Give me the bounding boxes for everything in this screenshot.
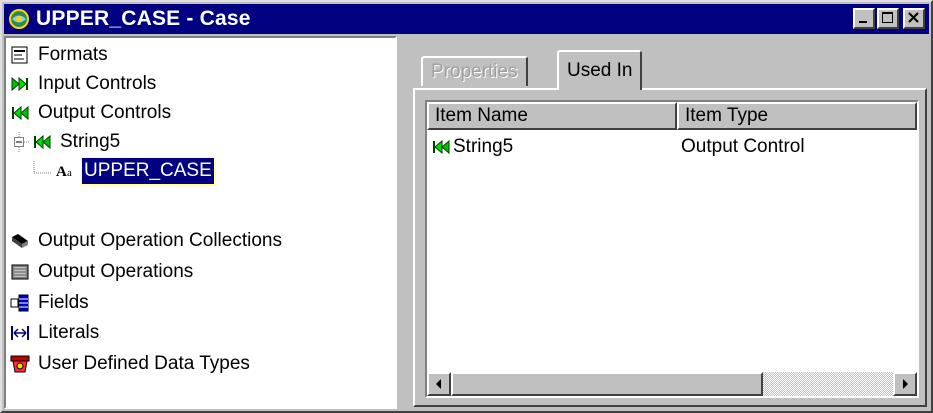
user-types-icon [10,355,30,373]
item-name: String5 [453,136,514,157]
tab-properties[interactable]: Properties [421,56,528,86]
tree-item-label: Output Operation Collections [38,230,282,251]
tree-item-output-operations[interactable]: Output Operations [10,257,195,287]
collapse-icon[interactable] [10,132,30,152]
used-in-list[interactable]: Item Name Item Type String5 Output Contr… [425,100,919,398]
maximize-icon [882,12,893,23]
window-title: UPPER_CASE - Case [36,7,251,30]
scroll-left-button[interactable] [427,372,451,396]
close-button[interactable] [903,8,925,29]
cell-item-type: Output Control [681,136,805,158]
case-window: UPPER_CASE - Case Formats Input Controls… [0,0,933,413]
arrow-right-icon [903,379,908,389]
horizontal-scrollbar[interactable] [427,372,917,396]
window-controls [853,8,925,29]
column-header-item-name[interactable]: Item Name [427,102,677,130]
application-icon [9,9,29,29]
tree-item-label: Literals [38,322,100,343]
tree-item-label: Input Controls [38,73,157,94]
maximize-button[interactable] [877,8,899,29]
column-header-item-type[interactable]: Item Type [677,102,917,130]
minimize-button[interactable] [853,8,875,29]
output-control-icon [34,134,51,150]
close-icon [908,12,919,23]
pane-splitter[interactable] [399,36,409,409]
arrow-left-icon [436,379,441,389]
title-bar[interactable]: UPPER_CASE - Case [4,4,929,34]
tree-item-label: Output Operations [38,261,194,282]
svg-text:A: A [56,164,67,180]
operations-icon [11,264,29,280]
output-control-icon [433,139,450,155]
tree-item-string5[interactable]: String5 [10,127,122,157]
tree-item-label: String5 [60,131,121,152]
item-type: Output Control [681,136,805,157]
object-tree[interactable]: Formats Input Controls Output Controls S… [4,36,397,409]
tree-item-input-controls[interactable]: Input Controls [10,69,158,99]
column-label: Item Type [685,105,769,126]
used-in-panel: Item Name Item Type String5 Output Contr… [413,88,927,407]
tree-item-output-operation-collections[interactable]: Output Operation Collections [10,226,284,256]
tree-item-label: Output Controls [38,102,172,123]
column-label: Item Name [435,105,528,126]
input-controls-icon [11,76,28,92]
tree-item-literals[interactable]: Literals [10,318,101,348]
cell-item-name: String5 [431,136,513,158]
literals-icon [11,326,29,340]
tab-label: Used In [567,60,633,81]
tree-item-output-controls[interactable]: Output Controls [10,98,173,128]
tree-item-label: Formats [38,44,108,65]
tree-item-upper-case[interactable]: A a UPPER_CASE [32,156,215,186]
tree-item-user-defined-data-types[interactable]: User Defined Data Types [10,349,252,379]
minimize-icon [859,21,867,23]
svg-text:a: a [67,167,72,179]
case-icon: A a [56,164,72,180]
fields-icon [10,294,29,312]
tree-item-formats[interactable]: Formats [10,40,110,70]
tree-item-label: Fields [38,292,89,313]
formats-icon [11,46,28,64]
scroll-right-button[interactable] [893,372,917,396]
tree-item-label: UPPER_CASE [81,157,215,185]
list-row[interactable]: String5 Output Control [431,134,911,160]
output-controls-icon [12,105,29,121]
tab-used-in[interactable]: Used In [557,50,643,90]
tree-item-label: User Defined Data Types [38,353,250,374]
scrollbar-thumb[interactable] [451,372,763,396]
tree-connector [33,161,52,174]
collection-icon [12,234,28,248]
tab-label: Properties [431,61,518,82]
detail-pane: Properties Used In Item Name Item Type S… [409,36,929,409]
tree-item-fields[interactable]: Fields [10,288,91,318]
